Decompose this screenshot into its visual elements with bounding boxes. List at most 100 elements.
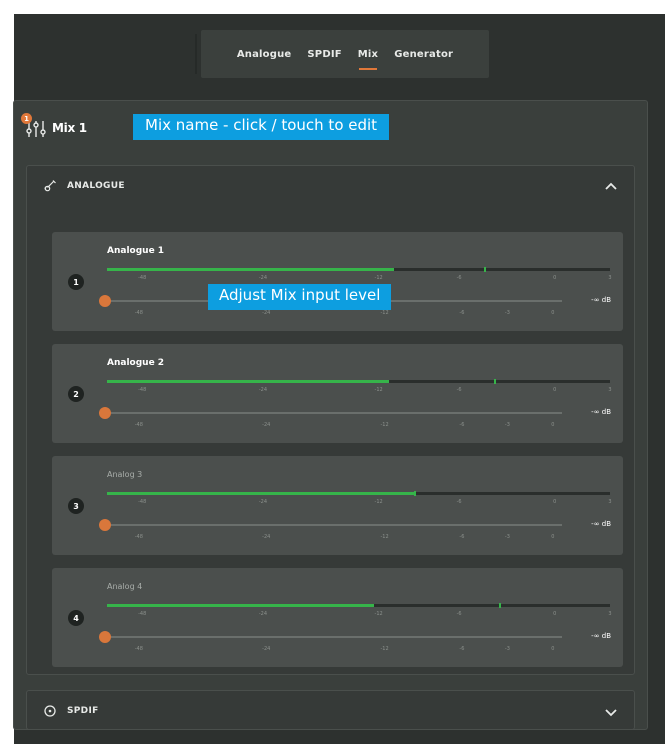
fader-tick-label: -3 — [504, 534, 510, 540]
fader-tick-label: -48 — [134, 646, 143, 652]
meter-tick-label: -6 — [456, 387, 462, 393]
meter-scale: -48 -24 -12 -6 0 3 — [107, 499, 612, 507]
meter-tick-label: -24 — [258, 499, 268, 505]
fader-tick-label: -12 — [380, 422, 389, 428]
fader-tick-label: -6 — [459, 534, 465, 540]
fader-knob[interactable] — [99, 407, 111, 419]
level-value: -∞ dB — [591, 632, 611, 640]
meter-scale: -48 -24 -12 -6 0 3 — [107, 275, 611, 283]
meter-tick-label: -48 — [138, 387, 147, 393]
fader-tick-label: -48 — [134, 422, 143, 428]
channel-strip: 1 Analogue 1 -48 -24 -12 -6 0 3 -48 -24 -12 -6 -3 0 -∞… — [52, 232, 623, 331]
channel-number: 3 — [68, 498, 84, 514]
analogue-group-header[interactable]: ANALOGUE — [43, 166, 618, 206]
level-value: -∞ dB — [591, 296, 611, 304]
meter-tick-label: -12 — [374, 499, 383, 505]
fader-tick-label: 0 — [551, 422, 555, 428]
fader-tick-label: 0 — [551, 534, 555, 540]
meter-tick-label: -12 — [374, 275, 383, 281]
channel-name[interactable]: Analog 3 — [107, 470, 142, 479]
fader-tick-label: -6 — [459, 646, 465, 652]
meter-tick-label: 0 — [553, 611, 557, 617]
meter-tick-label: 3 — [608, 611, 612, 617]
fader-track[interactable] — [107, 636, 562, 638]
fader-tick-label: -12 — [380, 310, 389, 316]
fader-knob[interactable] — [99, 295, 111, 307]
meter-tick-label: -12 — [374, 611, 383, 617]
channel-strip: 4 Analog 4 -48 -24 -12 -6 0 3 -48 -24 -12 -6 -3 0 -∞ d… — [52, 568, 623, 667]
level-tooltip: Adjust Mix input level — [208, 284, 392, 310]
fader-tick-label: -12 — [380, 646, 389, 652]
level-meter — [107, 267, 610, 272]
fader-tick-label: -24 — [262, 534, 271, 540]
fader-tick-label: -3 — [504, 310, 510, 316]
chevron-up-icon[interactable] — [604, 179, 618, 193]
chevron-down-icon[interactable] — [604, 704, 618, 718]
tab-generator[interactable]: Generator — [394, 43, 453, 66]
channel-name[interactable]: Analogue 2 — [107, 358, 164, 368]
tab-analogue[interactable]: Analogue — [237, 43, 292, 66]
meter-tick-label: 0 — [553, 387, 557, 393]
level-meter — [107, 379, 610, 384]
fader-tick-label: -6 — [459, 310, 465, 316]
meter-peak — [499, 603, 502, 608]
fader-scale: -48 -24 -12 -6 -3 0 — [107, 534, 562, 542]
meter-tick-label: -6 — [456, 275, 462, 281]
fader-scale: -48 -24 -12 -6 -3 0 — [107, 646, 562, 654]
spdif-group: SPDIF — [26, 690, 635, 730]
channel-name[interactable]: Analog 4 — [107, 582, 142, 591]
channel-strip: 3 Analog 3 -48 -24 -12 -6 0 3 -48 -24 -12 -6 -3 0 -∞ d… — [52, 456, 623, 555]
fader-tick-label: -12 — [380, 534, 389, 540]
tab-bar: Analogue SPDIF Mix Generator — [195, 30, 489, 78]
meter-peak — [413, 491, 416, 496]
meter-tick-label: -6 — [456, 499, 462, 505]
level-meter — [107, 603, 610, 608]
fader-tick-label: -3 — [504, 646, 510, 652]
meter-tick-label: -6 — [456, 611, 462, 617]
channel-number: 4 — [68, 610, 84, 626]
fader-tick-label: -24 — [262, 646, 271, 652]
meter-tick-label: -24 — [258, 275, 268, 281]
meter-tick-label: -24 — [258, 387, 268, 393]
spdif-group-label: SPDIF — [67, 706, 99, 716]
meter-fill — [107, 380, 389, 383]
meter-fill — [107, 604, 374, 607]
circle-icon — [43, 704, 57, 718]
fader-scale: -48 -24 -12 -6 -3 0 — [107, 422, 562, 430]
fader-tick-label: -24 — [262, 310, 271, 316]
fader-tick-label: -6 — [459, 422, 465, 428]
mix-header: 1 Mix 1 — [21, 113, 87, 143]
meter-peak — [494, 379, 497, 384]
fader-track[interactable] — [107, 412, 562, 414]
meter-tick-label: 0 — [553, 499, 557, 505]
channel-number: 1 — [68, 274, 84, 290]
level-value: -∞ dB — [591, 408, 611, 416]
fader-tick-label: -3 — [504, 422, 510, 428]
meter-tick-label: 0 — [553, 275, 557, 281]
fader-tick-label: -48 — [134, 310, 143, 316]
meter-tick-label: 3 — [608, 499, 612, 505]
tab-bar-divider — [195, 34, 197, 74]
fader-knob[interactable] — [99, 631, 111, 643]
meter-fill — [107, 268, 394, 271]
fader-tick-label: 0 — [551, 646, 555, 652]
channel-strip: 2 Analogue 2 -48 -24 -12 -6 0 3 -48 -24 -12 -6 -3 0 -∞… — [52, 344, 623, 443]
mix-name-tooltip: Mix name - click / touch to edit — [133, 114, 390, 140]
mix-count-badge: 1 — [21, 113, 32, 124]
tab-spdif[interactable]: SPDIF — [307, 43, 341, 66]
meter-tick-label: -24 — [258, 611, 268, 617]
fader-scale: -48 -24 -12 -6 -3 0 — [107, 310, 562, 318]
fader-track[interactable] — [107, 524, 562, 526]
meter-tick-label: -48 — [138, 499, 147, 505]
meter-tick-label: -48 — [138, 611, 147, 617]
fader-tick-label: -48 — [134, 534, 143, 540]
fader-knob[interactable] — [99, 519, 111, 531]
level-meter — [107, 491, 610, 496]
channel-name[interactable]: Analogue 1 — [107, 246, 164, 256]
meter-scale: -48 -24 -12 -6 0 3 — [107, 611, 612, 619]
tab-mix[interactable]: Mix — [358, 43, 378, 70]
fader-tick-label: -24 — [262, 422, 271, 428]
meter-fill — [107, 492, 414, 495]
spdif-group-header[interactable]: SPDIF — [43, 691, 618, 731]
mix-name[interactable]: Mix 1 — [52, 121, 87, 135]
